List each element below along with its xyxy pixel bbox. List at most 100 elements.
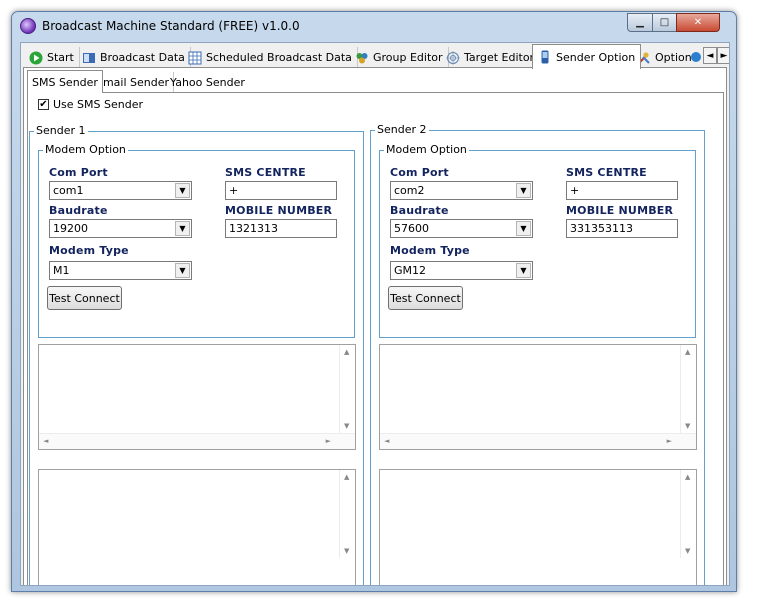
log-textarea-1[interactable]: ▲ ▼ ◄ ►: [38, 344, 356, 450]
subtab-sms-sender[interactable]: SMS Sender: [27, 70, 103, 93]
vertical-scrollbar[interactable]: ▲ ▼: [339, 345, 355, 433]
checkbox-label: Use SMS Sender: [53, 98, 143, 111]
mobile-number-input[interactable]: 331353113: [566, 219, 678, 238]
close-button[interactable]: ✕: [676, 13, 720, 32]
scroll-down-icon[interactable]: ▼: [344, 422, 349, 430]
baudrate-select[interactable]: 57600 ▼: [390, 219, 533, 238]
test-connect-button[interactable]: Test Connect: [47, 286, 122, 310]
mobile-number-input[interactable]: 1321313: [225, 219, 337, 238]
subtab-label: Yahoo Sender: [170, 75, 245, 89]
com-port-label: Com Port: [49, 166, 108, 179]
scroll-up-icon[interactable]: ▲: [344, 348, 349, 356]
tab-target-editor[interactable]: Target Editor: [441, 47, 541, 68]
app-window: Broadcast Machine Standard (FREE) v1.0.0…: [11, 11, 737, 592]
chevron-down-icon[interactable]: ▼: [175, 221, 190, 236]
play-icon: [29, 51, 43, 64]
vertical-scrollbar[interactable]: ▲ ▼: [339, 470, 355, 558]
horizontal-scrollbar[interactable]: ◄ ►: [380, 433, 696, 449]
chevron-down-icon[interactable]: ▼: [175, 183, 190, 198]
target-icon: [446, 50, 460, 65]
baudrate-label: Baudrate: [390, 204, 449, 217]
scroll-right-icon[interactable]: ►: [667, 437, 672, 445]
tab-label: Target Editor: [464, 51, 535, 64]
subtab-label: SMS Sender: [32, 75, 98, 89]
subtab-email-sender[interactable]: Email Sender: [92, 72, 175, 92]
maximize-button[interactable]: □: [652, 13, 677, 32]
sms-sender-page: ✔ Use SMS Sender Sender 1 Modem Option C…: [27, 92, 724, 585]
tab-scroll-right-button[interactable]: ►: [717, 47, 729, 64]
tab-scheduled-broadcast-data[interactable]: Scheduled Broadcast Data: [183, 47, 358, 68]
app-logo-icon: [20, 18, 36, 34]
horizontal-scrollbar[interactable]: ◄ ►: [39, 433, 355, 449]
chevron-down-icon[interactable]: ▼: [175, 263, 190, 278]
com-port-select[interactable]: com2 ▼: [390, 181, 533, 200]
chevron-down-icon[interactable]: ▼: [516, 263, 531, 278]
scroll-down-icon[interactable]: ▼: [344, 547, 349, 555]
use-sms-sender-checkbox[interactable]: ✔ Use SMS Sender: [38, 98, 143, 111]
sms-centre-input[interactable]: +: [566, 181, 678, 200]
main-tab-strip: Start Broadcast Data Scheduled Broadcast…: [21, 44, 729, 69]
vertical-scrollbar[interactable]: ▲ ▼: [680, 345, 696, 433]
baudrate-label: Baudrate: [49, 204, 108, 217]
client-area: Start Broadcast Data Scheduled Broadcast…: [20, 42, 730, 586]
subtab-label: Email Sender: [96, 75, 170, 89]
tab-label: Start: [47, 51, 74, 64]
checkbox-box[interactable]: ✔: [38, 99, 49, 110]
phone-icon: [541, 50, 549, 64]
modem-type-select[interactable]: M1 ▼: [49, 261, 192, 280]
sms-centre-input[interactable]: +: [225, 181, 337, 200]
mobile-number-label: MOBILE NUMBER: [566, 204, 674, 217]
scroll-down-icon[interactable]: ▼: [685, 422, 690, 430]
mobile-number-label: MOBILE NUMBER: [225, 204, 333, 217]
scroll-down-icon[interactable]: ▼: [685, 547, 690, 555]
tab-group-editor[interactable]: Group Editor: [350, 47, 449, 68]
test-connect-button[interactable]: Test Connect: [388, 286, 463, 310]
com-port-label: Com Port: [390, 166, 449, 179]
group-title: Modem Option: [43, 143, 128, 156]
chevron-down-icon[interactable]: ▼: [516, 183, 531, 198]
modem-option-group: Modem Option Com Port com1 ▼ Baudrate 192…: [38, 143, 355, 338]
combo-value: com2: [394, 184, 425, 197]
tab-scroll-left-button[interactable]: ◄: [703, 47, 717, 64]
tab-label: Option: [655, 51, 692, 64]
tab-label: Scheduled Broadcast Data: [206, 51, 352, 64]
log-textarea-1[interactable]: ▲ ▼ ◄ ►: [379, 344, 697, 450]
group-title: Sender 1: [34, 124, 88, 137]
tab-option[interactable]: Option: [632, 47, 697, 68]
log-textarea-2[interactable]: ▲ ▼: [379, 469, 697, 585]
tab-broadcast-data[interactable]: Broadcast Data: [77, 47, 191, 68]
overflow-tab-icon[interactable]: [689, 50, 701, 64]
combo-value: GM12: [394, 264, 427, 277]
tab-label: Sender Option: [556, 50, 636, 64]
tab-sender-option[interactable]: Sender Option: [532, 44, 642, 69]
scroll-left-icon[interactable]: ◄: [43, 437, 48, 445]
log-textarea-2[interactable]: ▲ ▼: [38, 469, 356, 585]
minimize-button[interactable]: ▁: [627, 13, 653, 32]
baudrate-select[interactable]: 19200 ▼: [49, 219, 192, 238]
scroll-left-icon[interactable]: ◄: [384, 437, 389, 445]
vertical-scrollbar[interactable]: ▲ ▼: [680, 470, 696, 558]
group-title: Sender 2: [375, 123, 429, 136]
tab-label: Group Editor: [373, 51, 443, 64]
sender-1-group: Sender 1 Modem Option Com Port com1 ▼ Bau…: [29, 124, 364, 585]
scroll-up-icon[interactable]: ▲: [685, 473, 690, 481]
combo-value: 19200: [53, 222, 88, 235]
database-icon: [83, 52, 95, 63]
sms-centre-label: SMS CENTRE: [566, 166, 647, 179]
tab-start[interactable]: Start: [24, 47, 80, 68]
combo-value: M1: [53, 264, 70, 277]
chevron-down-icon[interactable]: ▼: [516, 221, 531, 236]
scroll-right-icon[interactable]: ►: [326, 437, 331, 445]
modem-type-label: Modem Type: [390, 244, 470, 257]
scroll-up-icon[interactable]: ▲: [685, 348, 690, 356]
modem-type-label: Modem Type: [49, 244, 129, 257]
modem-type-select[interactable]: GM12 ▼: [390, 261, 533, 280]
com-port-select[interactable]: com1 ▼: [49, 181, 192, 200]
subtab-yahoo-sender[interactable]: Yahoo Sender: [166, 72, 249, 92]
group-title: Modem Option: [384, 143, 469, 156]
tab-scroll-buttons: ◄ ►: [703, 47, 729, 64]
scroll-up-icon[interactable]: ▲: [344, 473, 349, 481]
title-bar[interactable]: Broadcast Machine Standard (FREE) v1.0.0…: [12, 12, 736, 42]
group-icon: [356, 52, 368, 63]
sender-2-group: Sender 2 Modem Option Com Port com2 ▼ Bau…: [370, 123, 705, 585]
